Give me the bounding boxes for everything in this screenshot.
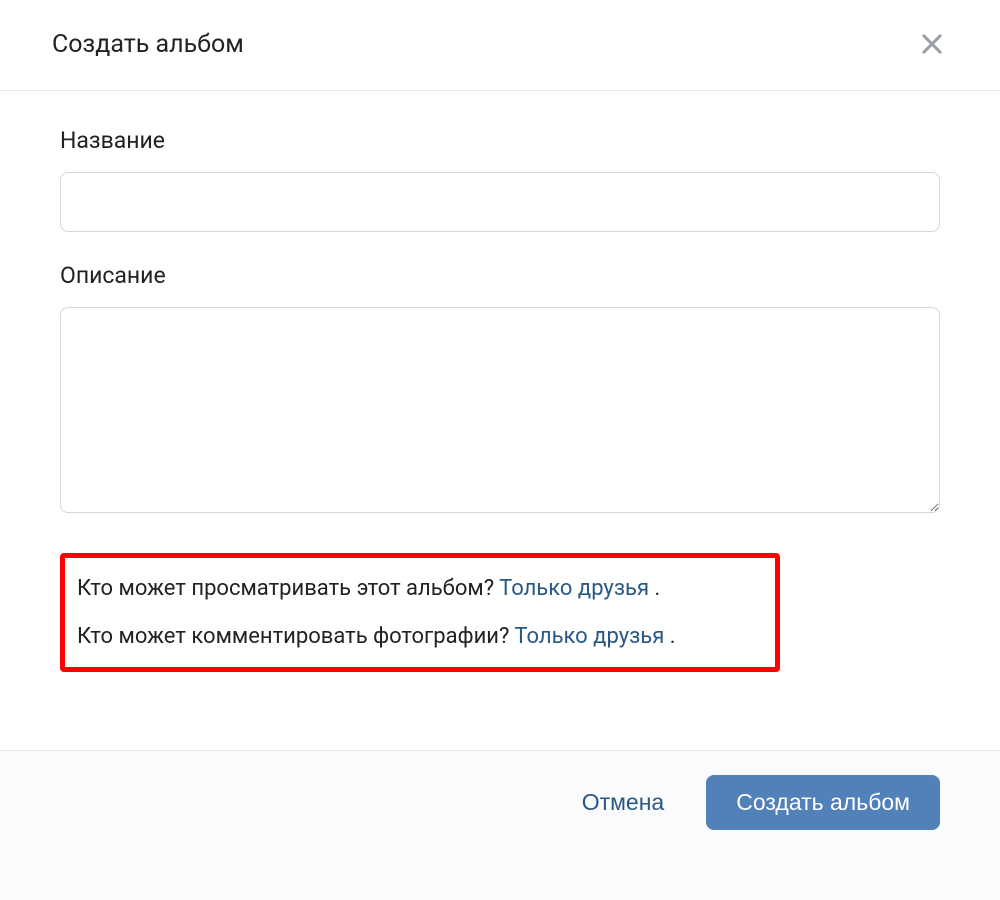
privacy-view-row: Кто может просматривать этот альбом? Тол… bbox=[77, 574, 763, 604]
privacy-comment-period: . bbox=[670, 624, 676, 649]
description-textarea[interactable] bbox=[60, 307, 940, 513]
privacy-view-question: Кто может просматривать этот альбом? bbox=[77, 576, 494, 601]
privacy-comment-value[interactable]: Только друзья bbox=[514, 624, 664, 649]
dialog-title: Создать альбом bbox=[52, 30, 244, 59]
dialog-body: Название Описание Кто может просматриват… bbox=[0, 91, 1000, 750]
close-icon bbox=[918, 30, 946, 58]
name-label: Название bbox=[60, 127, 940, 154]
privacy-view-period: . bbox=[655, 576, 661, 601]
name-input[interactable] bbox=[60, 172, 940, 232]
close-button[interactable] bbox=[916, 28, 948, 60]
description-label: Описание bbox=[60, 262, 940, 289]
cancel-button[interactable]: Отмена bbox=[580, 779, 667, 826]
privacy-comment-row: Кто может комментировать фотографии? Тол… bbox=[77, 622, 763, 652]
dialog-header: Создать альбом bbox=[0, 0, 1000, 91]
dialog-footer: Отмена Создать альбом bbox=[0, 750, 1000, 900]
privacy-settings-highlight: Кто может просматривать этот альбом? Тол… bbox=[60, 553, 780, 672]
privacy-comment-question: Кто может комментировать фотографии? bbox=[77, 624, 509, 649]
create-album-dialog: Создать альбом Название Описание Кто мож… bbox=[0, 0, 1000, 900]
create-album-button[interactable]: Создать альбом bbox=[706, 775, 940, 830]
privacy-view-value[interactable]: Только друзья bbox=[499, 576, 649, 601]
